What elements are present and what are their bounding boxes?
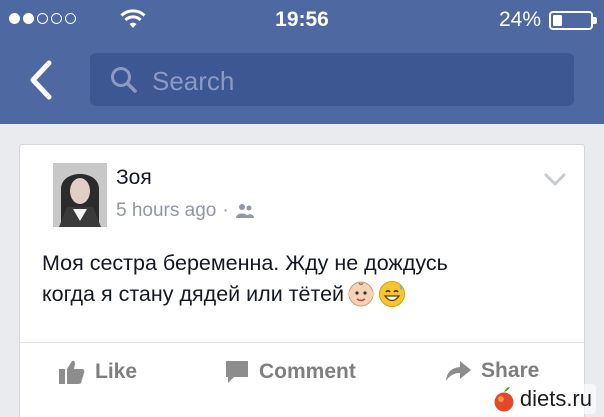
post-text-line: Моя сестра беременна. Жду не дождусь <box>42 251 448 275</box>
post-author-name[interactable]: Зоя <box>116 166 152 190</box>
search-input[interactable]: Search <box>90 53 574 106</box>
search-placeholder: Search <box>152 66 235 96</box>
battery-fill <box>553 15 562 26</box>
thumbs-up-icon <box>59 360 85 384</box>
share-button[interactable]: Share <box>444 359 539 383</box>
apple-logo-icon <box>494 387 514 412</box>
comment-button[interactable]: Comment <box>224 359 356 385</box>
post-meta: 5 hours ago · <box>116 200 255 222</box>
grinning-sweat-icon <box>379 281 406 307</box>
comment-label: Comment <box>259 360 356 383</box>
baby-face-icon <box>347 281 375 307</box>
post-timestamp[interactable]: 5 hours ago <box>116 200 216 222</box>
chevron-left-icon <box>30 60 52 100</box>
share-arrow-icon <box>446 361 471 381</box>
top-navigation-bar: 19:56 24% Search <box>0 0 604 124</box>
status-bar: 19:56 24% <box>0 0 604 40</box>
comment-icon <box>226 361 248 383</box>
post-text: Моя сестра беременна. Жду не дождусь ког… <box>42 248 552 310</box>
post-card: Зоя 5 hours ago · Моя сестра беременна. … <box>19 144 585 417</box>
battery-icon <box>549 11 597 30</box>
post-options-chevron[interactable] <box>544 173 566 192</box>
post-text-line-with-emoji: когда я стану дядей или тётей <box>42 279 552 310</box>
meta-separator: · <box>222 200 229 221</box>
chevron-down-icon <box>544 173 566 186</box>
post-text-line: когда я стану дядей или тётей <box>42 282 345 306</box>
share-label: Share <box>481 359 540 382</box>
friends-icon <box>235 204 254 218</box>
search-icon <box>111 67 137 93</box>
profile-photo <box>53 163 107 227</box>
watermark-logo: diets.ru <box>487 384 596 414</box>
watermark-text: diets.ru <box>519 386 592 411</box>
back-button[interactable] <box>25 58 59 102</box>
battery-percentage: 24% <box>498 8 541 31</box>
avatar[interactable] <box>53 163 107 227</box>
divider <box>20 342 584 343</box>
like-label: Like <box>95 360 138 383</box>
like-button[interactable]: Like <box>58 359 137 385</box>
